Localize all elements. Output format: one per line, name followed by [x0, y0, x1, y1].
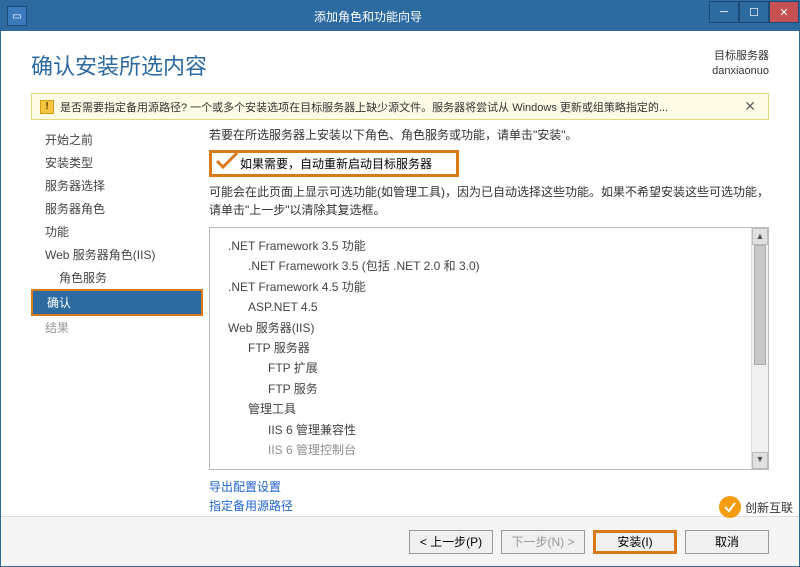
install-button[interactable]: 安装(I) — [593, 530, 677, 554]
feature-item: .NET Framework 3.5 功能 — [220, 236, 758, 256]
feature-item: FTP 服务 — [220, 379, 758, 399]
sidebar: 开始之前 安装类型 服务器选择 服务器角色 功能 Web 服务器角色(IIS) … — [31, 126, 201, 516]
export-config-link[interactable]: 导出配置设置 — [209, 478, 769, 497]
sidebar-item-before[interactable]: 开始之前 — [31, 128, 201, 151]
target-server-info: 目标服务器 danxiaonuo — [712, 49, 769, 80]
close-button[interactable]: ✕ — [769, 1, 799, 23]
alt-source-link[interactable]: 指定备用源路径 — [209, 497, 769, 516]
minimize-button[interactable]: ─ — [709, 1, 739, 23]
feature-item: ASP.NET 4.5 — [220, 297, 758, 317]
note-text: 可能会在此页面上显示可选功能(如管理工具)，因为已自动选择这些功能。如果不希望安… — [209, 183, 769, 219]
warning-icon: ! — [40, 100, 54, 114]
next-button: 下一步(N) > — [501, 530, 585, 554]
wizard-icon: ▭ — [7, 6, 27, 26]
titlebar: ▭ 添加角色和功能向导 ─ ☐ ✕ — [1, 1, 799, 31]
sidebar-item-iis[interactable]: Web 服务器角色(IIS) — [31, 243, 201, 266]
restart-checkbox-row[interactable]: 如果需要，自动重新启动目标服务器 — [209, 150, 459, 177]
sidebar-item-role-services[interactable]: 角色服务 — [31, 266, 201, 289]
target-label: 目标服务器 — [712, 49, 769, 64]
sidebar-item-type[interactable]: 安装类型 — [31, 151, 201, 174]
target-name: danxiaonuo — [712, 64, 769, 79]
scrollbar[interactable]: ▲ ▼ — [751, 228, 768, 469]
sidebar-item-confirm[interactable]: 确认 — [31, 289, 203, 316]
sidebar-item-result: 结果 — [31, 316, 201, 339]
feature-item: 管理工具 — [220, 399, 758, 419]
feature-item: FTP 扩展 — [220, 358, 758, 378]
sidebar-item-server-select[interactable]: 服务器选择 — [31, 174, 201, 197]
scroll-up-icon[interactable]: ▲ — [752, 228, 768, 245]
cancel-button[interactable]: 取消 — [685, 530, 769, 554]
feature-list[interactable]: .NET Framework 3.5 功能 .NET Framework 3.5… — [209, 227, 769, 470]
page-title: 确认安装所选内容 — [31, 49, 207, 81]
footer: < 上一步(P) 下一步(N) > 安装(I) 取消 — [1, 516, 799, 566]
sidebar-item-features[interactable]: 功能 — [31, 220, 201, 243]
warning-text: 是否需要指定备用源路径? 一个或多个安装选项在目标服务器上缺少源文件。服务器将尝… — [60, 99, 740, 115]
scroll-thumb[interactable] — [754, 245, 766, 365]
previous-button[interactable]: < 上一步(P) — [409, 530, 493, 554]
scroll-down-icon[interactable]: ▼ — [752, 452, 768, 469]
feature-item: FTP 服务器 — [220, 338, 758, 358]
warning-bar: ! 是否需要指定备用源路径? 一个或多个安装选项在目标服务器上缺少源文件。服务器… — [31, 93, 769, 120]
maximize-button[interactable]: ☐ — [739, 1, 769, 23]
feature-item: IIS 6 管理控制台 — [220, 440, 758, 460]
links-area: 导出配置设置 指定备用源路径 — [209, 478, 769, 516]
checkbox-checked-icon — [218, 156, 236, 171]
feature-item: .NET Framework 4.5 功能 — [220, 277, 758, 297]
instruction-text: 若要在所选服务器上安装以下角色、角色服务或功能，请单击"安装"。 — [209, 126, 769, 144]
feature-item: Web 服务器(IIS) — [220, 318, 758, 338]
feature-item: IIS 6 管理兼容性 — [220, 420, 758, 440]
sidebar-item-roles[interactable]: 服务器角色 — [31, 197, 201, 220]
feature-item: .NET Framework 3.5 (包括 .NET 2.0 和 3.0) — [220, 256, 758, 276]
window-title: 添加角色和功能向导 — [27, 8, 709, 25]
warning-close-button[interactable]: ✕ — [740, 98, 760, 115]
restart-checkbox-label: 如果需要，自动重新启动目标服务器 — [240, 155, 432, 172]
